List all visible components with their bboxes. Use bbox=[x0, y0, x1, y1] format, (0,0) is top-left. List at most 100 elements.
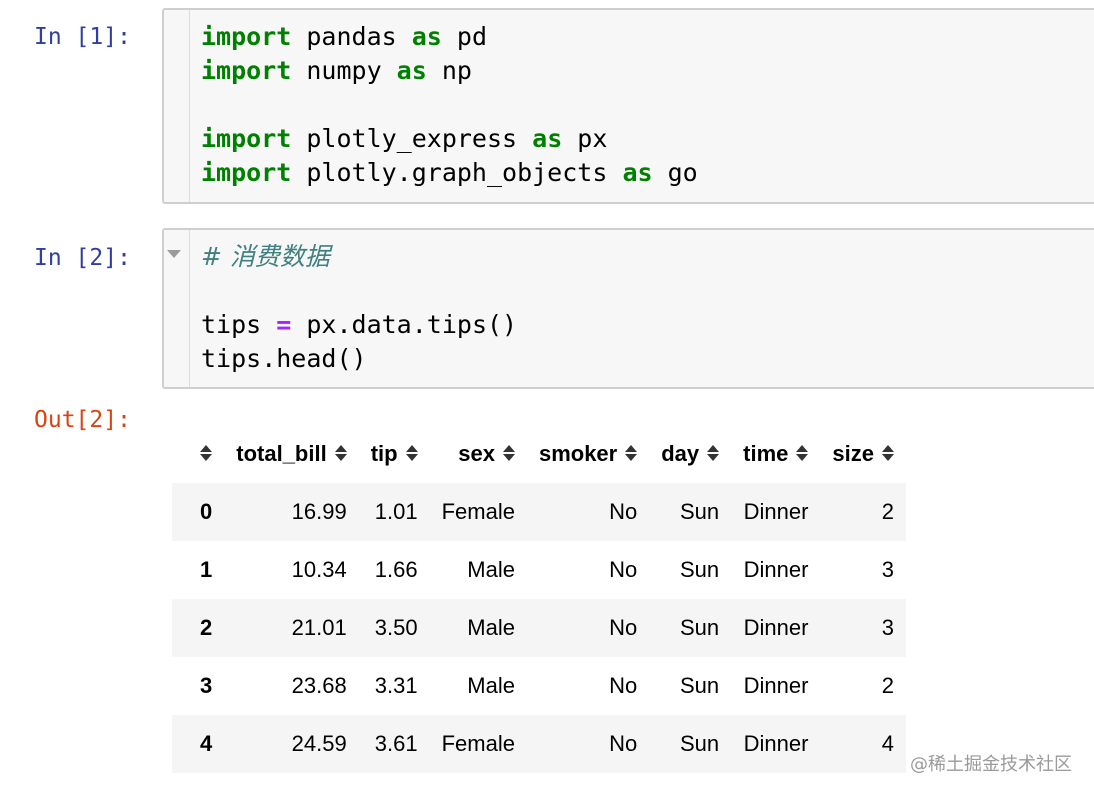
row-index-cell: 0 bbox=[200, 499, 213, 524]
cell-2-gutter bbox=[164, 230, 190, 387]
row-index-cell: 1 bbox=[200, 557, 213, 582]
table-cell: No bbox=[609, 673, 638, 698]
cell-2-code[interactable]: # 消费数据 tips = px.data.tips() tips.head() bbox=[201, 240, 517, 376]
code-keyword: as bbox=[396, 56, 427, 85]
cell-2-prompt: In [2]: bbox=[34, 245, 131, 271]
cell-1-code[interactable]: import pandas as pd import numpy as np imp… bbox=[201, 20, 698, 190]
table-cell: 10.34 bbox=[291, 557, 347, 582]
code-line: import plotly.graph_objects as go bbox=[201, 156, 698, 190]
sort-icon[interactable] bbox=[334, 445, 347, 462]
code-line: # 消费数据 bbox=[201, 240, 517, 274]
row-index-cell: 2 bbox=[200, 615, 213, 640]
column-header-day[interactable]: day bbox=[649, 425, 731, 483]
table-cell: 3 bbox=[881, 615, 894, 640]
code-line: tips.head() bbox=[201, 342, 517, 376]
row-index-cell: 4 bbox=[200, 731, 213, 756]
code-text: go bbox=[652, 158, 698, 187]
dataframe-table: total_bill tip sex smoker day time size … bbox=[172, 425, 906, 773]
table-cell: No bbox=[609, 499, 638, 524]
sort-icon[interactable] bbox=[882, 445, 894, 462]
column-header-time[interactable]: time bbox=[731, 425, 820, 483]
cell-1-prompt: In [1]: bbox=[34, 24, 131, 50]
column-header-tip[interactable]: tip bbox=[359, 425, 430, 483]
table-cell: 16.99 bbox=[291, 499, 347, 524]
table-cell: Sun bbox=[680, 615, 720, 640]
sort-icon[interactable] bbox=[502, 445, 515, 462]
output-prompt: Out[2]: bbox=[34, 407, 131, 433]
table-row: 1 10.34 1.66 Male No Sun Dinner 3 bbox=[172, 541, 906, 599]
column-header-index[interactable] bbox=[172, 425, 224, 483]
table-row: 4 24.59 3.61 Female No Sun Dinner 4 bbox=[172, 715, 906, 773]
sort-icon[interactable] bbox=[200, 445, 213, 462]
table-cell: 24.59 bbox=[291, 731, 347, 756]
code-text: px.data.tips() bbox=[291, 310, 518, 339]
sort-icon[interactable] bbox=[707, 445, 720, 462]
table-cell: 2 bbox=[881, 499, 894, 524]
table-header-row: total_bill tip sex smoker day time size bbox=[172, 425, 906, 483]
code-text: numpy bbox=[291, 56, 397, 85]
table-row: 3 23.68 3.31 Male No Sun Dinner 2 bbox=[172, 657, 906, 715]
table-cell: Sun bbox=[680, 557, 720, 582]
code-comment: # 消费数据 bbox=[201, 242, 330, 271]
column-header-total-bill[interactable]: total_bill bbox=[224, 425, 358, 483]
code-keyword: as bbox=[532, 124, 563, 153]
table-cell: 1.66 bbox=[374, 557, 418, 582]
code-text: pd bbox=[441, 22, 487, 51]
code-operator: = bbox=[276, 310, 292, 339]
code-text: plotly.graph_objects bbox=[291, 158, 623, 187]
code-keyword: as bbox=[411, 22, 442, 51]
table-cell: 3.31 bbox=[374, 673, 418, 698]
table-cell: 3 bbox=[881, 557, 894, 582]
cell-1-gutter bbox=[164, 10, 190, 202]
table-cell: 3.50 bbox=[374, 615, 418, 640]
sort-icon[interactable] bbox=[405, 445, 418, 462]
table-cell: 2 bbox=[881, 673, 894, 698]
row-index-cell: 3 bbox=[200, 673, 213, 698]
table-cell: No bbox=[609, 615, 638, 640]
code-line: import numpy as np bbox=[201, 54, 698, 88]
column-header-sex[interactable]: sex bbox=[430, 425, 527, 483]
table-cell: Dinner bbox=[743, 499, 809, 524]
code-text: plotly_express bbox=[291, 124, 533, 153]
table-cell: Male bbox=[467, 557, 515, 582]
watermark: @稀土掘金技术社区 bbox=[910, 754, 1072, 775]
code-cell-2[interactable]: # 消费数据 tips = px.data.tips() tips.head() bbox=[162, 228, 1094, 389]
code-keyword: import bbox=[201, 22, 292, 51]
code-line: tips = px.data.tips() bbox=[201, 308, 517, 342]
code-line: import pandas as pd bbox=[201, 20, 698, 54]
table-cell: Sun bbox=[680, 731, 720, 756]
table-cell: Female bbox=[441, 499, 515, 524]
table-cell: Dinner bbox=[743, 731, 809, 756]
sort-icon[interactable] bbox=[625, 445, 638, 462]
code-keyword: import bbox=[201, 124, 292, 153]
table-cell: Male bbox=[467, 673, 515, 698]
table-cell: Sun bbox=[680, 673, 720, 698]
table-row: 2 21.01 3.50 Male No Sun Dinner 3 bbox=[172, 599, 906, 657]
table-cell: No bbox=[609, 557, 638, 582]
code-keyword: as bbox=[622, 158, 653, 187]
table-cell: No bbox=[609, 731, 638, 756]
column-header-size[interactable]: size bbox=[820, 425, 906, 483]
table-cell: Sun bbox=[680, 499, 720, 524]
code-line: import plotly_express as px bbox=[201, 122, 698, 156]
table-cell: 21.01 bbox=[291, 615, 347, 640]
code-text: tips bbox=[201, 310, 277, 339]
code-text: px bbox=[562, 124, 608, 153]
table-cell: Female bbox=[441, 731, 515, 756]
code-text: pandas bbox=[291, 22, 412, 51]
code-text: tips.head() bbox=[201, 344, 367, 373]
table-cell: 23.68 bbox=[291, 673, 347, 698]
code-keyword: import bbox=[201, 56, 292, 85]
column-header-smoker[interactable]: smoker bbox=[527, 425, 649, 483]
sort-icon[interactable] bbox=[796, 445, 809, 462]
code-text: np bbox=[426, 56, 472, 85]
table-row: 0 16.99 1.01 Female No Sun Dinner 2 bbox=[172, 483, 906, 541]
table-cell: 4 bbox=[881, 731, 894, 756]
table-cell: 1.01 bbox=[374, 499, 418, 524]
table-cell: Dinner bbox=[743, 673, 809, 698]
table-cell: 3.61 bbox=[374, 731, 418, 756]
table-cell: Dinner bbox=[743, 615, 809, 640]
collapse-arrow-icon[interactable] bbox=[167, 250, 181, 258]
code-cell-1[interactable]: import pandas as pd import numpy as np imp… bbox=[162, 8, 1094, 204]
